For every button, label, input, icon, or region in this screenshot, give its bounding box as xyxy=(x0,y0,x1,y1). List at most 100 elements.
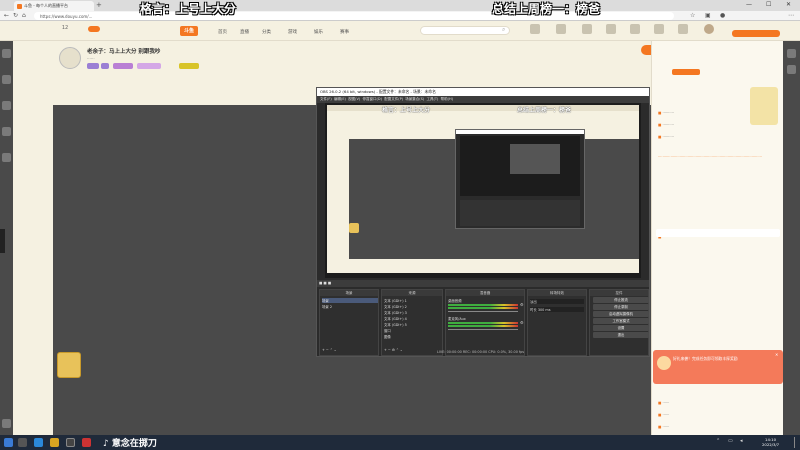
show-desktop-button[interactable] xyxy=(794,437,798,448)
level-counter: 12 xyxy=(61,25,69,31)
chat-tab-rank[interactable] xyxy=(672,69,700,75)
promo-popup[interactable]: 好礼来袭！完成任务即可领取丰厚奖励 ✕ xyxy=(653,350,783,384)
chat-input[interactable] xyxy=(656,229,780,237)
obs-menu-tools[interactable]: 工具(T) xyxy=(426,97,438,101)
stop-streaming-button[interactable]: 停止推流 xyxy=(593,297,649,303)
transition-select[interactable]: 淡出 xyxy=(530,299,584,304)
nav-category[interactable]: 分类 xyxy=(262,29,271,35)
nested-obs-docks xyxy=(460,200,580,226)
source-item[interactable]: 文本 (GDI+) 2 xyxy=(384,304,407,309)
maximize-button[interactable]: ☐ xyxy=(766,1,771,8)
nav-home[interactable]: 首页 xyxy=(218,29,227,35)
rail-home-icon[interactable] xyxy=(2,49,11,58)
rail-game-icon[interactable] xyxy=(2,127,11,136)
rail-share-icon[interactable] xyxy=(787,49,796,58)
download-icon[interactable] xyxy=(530,24,540,34)
start-icon[interactable] xyxy=(4,438,13,447)
nested-page-capture: 格言：上号上大分 总结上周榜一：榜爸 xyxy=(327,105,639,273)
network-icon[interactable]: ▭ xyxy=(728,438,733,444)
virtual-camera-button[interactable]: 启动虚拟摄像机 xyxy=(593,311,649,317)
obs-menu-view[interactable]: 视图(V) xyxy=(348,97,360,101)
rail-collapse-handle[interactable] xyxy=(0,229,5,253)
browser-tab[interactable]: 斗鱼 - 每个人的直播平台 xyxy=(14,1,94,11)
studio-mode-button[interactable]: 工作室模式 xyxy=(593,318,649,324)
message-icon[interactable] xyxy=(606,24,616,34)
obs-menu-profile[interactable]: 配置文件(P) xyxy=(384,97,403,101)
source-item[interactable]: 文本 (GDI+) 4 xyxy=(384,316,407,321)
search-icon[interactable]: ⌕ xyxy=(502,26,505,34)
taskbar-clock[interactable]: 14:10 2022/3/7 xyxy=(762,437,779,447)
obs-menu-edit[interactable]: 编辑(E) xyxy=(334,97,346,101)
source-item[interactable]: 文本 (GDI+) 3 xyxy=(384,310,407,315)
nav-games[interactable]: 游戏 xyxy=(288,29,297,35)
obs-menu-file[interactable]: 文件(F) xyxy=(320,97,332,101)
source-item[interactable]: 文本 (GDI+) 5 xyxy=(384,322,407,327)
scene-item[interactable]: 场景 xyxy=(322,298,378,303)
exit-button[interactable]: 退出 xyxy=(593,332,649,338)
minimize-button[interactable]: — xyxy=(746,1,752,8)
obs-title: OBS 26.0.2 (64 bit, windows) - 配置文件：未命名 … xyxy=(317,88,649,96)
obs-menu-help[interactable]: 帮助(H) xyxy=(441,97,453,101)
star-icon[interactable]: ☆ xyxy=(690,12,695,19)
wallet-icon[interactable] xyxy=(678,24,688,34)
rail-app-icon[interactable] xyxy=(787,65,796,74)
refresh-icon[interactable]: ↻ xyxy=(13,12,18,19)
settings-button[interactable]: 设置 xyxy=(593,325,649,331)
collections-icon[interactable]: ▣ xyxy=(705,12,711,19)
mic-volume-slider[interactable] xyxy=(448,329,518,330)
obs-scene-label: ■ ■ ■ xyxy=(319,281,332,285)
windows-taskbar: ♪ 意念在掷刀 ⌃ ▭ ◂ 14:10 2022/3/7 xyxy=(0,435,800,450)
user-avatar-icon[interactable] xyxy=(704,24,714,34)
toggle-icon[interactable] xyxy=(88,26,100,32)
nested-toolbar xyxy=(327,105,639,111)
search-input[interactable] xyxy=(420,26,510,35)
streamer-avatar[interactable] xyxy=(59,47,81,69)
rail-follow-icon[interactable] xyxy=(2,75,11,84)
nav-events[interactable]: 赛事 xyxy=(340,29,349,35)
tray-chevron-icon[interactable]: ⌃ xyxy=(716,438,720,444)
edge-icon[interactable] xyxy=(34,438,43,447)
mic-gear-icon[interactable]: ⚙ xyxy=(520,320,524,325)
obs-preview[interactable]: 格言：上号上大分 总结上周榜一：榜爸 xyxy=(325,103,641,278)
app-taskbar-icon[interactable] xyxy=(82,438,91,447)
source-item[interactable]: 窗口 xyxy=(384,328,391,333)
desktop-volume-slider[interactable] xyxy=(448,311,518,312)
profile-icon[interactable]: ● xyxy=(720,12,725,19)
scenes-dock-controls[interactable]: + − ⌃ ⌄ xyxy=(322,348,337,352)
task-icon[interactable] xyxy=(654,24,664,34)
desktop-gear-icon[interactable]: ⚙ xyxy=(520,302,524,307)
start-live-button[interactable] xyxy=(732,30,780,37)
stop-recording-button[interactable]: 停止录制 xyxy=(593,304,649,310)
new-tab-button[interactable]: + xyxy=(96,1,102,9)
close-button[interactable]: ✕ xyxy=(786,1,791,8)
nav-live[interactable]: 直播 xyxy=(240,29,249,35)
transition-duration[interactable]: 时长 300 ms xyxy=(530,307,584,312)
search-taskbar-icon[interactable] xyxy=(18,438,27,447)
more-icon[interactable]: ⋯ xyxy=(788,12,794,19)
source-item[interactable]: 文本 (GDI+) 1 xyxy=(384,298,407,303)
tab-title: 斗鱼 - 每个人的直播平台 xyxy=(24,3,68,8)
source-item[interactable]: 图像 xyxy=(384,334,391,339)
explorer-icon[interactable] xyxy=(50,438,59,447)
volume-icon[interactable]: ◂ xyxy=(740,438,743,444)
scene-item[interactable]: 场景 2 xyxy=(322,304,332,309)
gift-icon[interactable] xyxy=(57,352,81,378)
rail-category-icon[interactable] xyxy=(2,101,11,110)
history-icon[interactable] xyxy=(556,24,566,34)
nav-entertainment[interactable]: 娱乐 xyxy=(314,29,323,35)
follow-list-icon[interactable] xyxy=(582,24,592,34)
nested-overlay-right: 总结上周榜一：榜爸 xyxy=(517,107,572,114)
home-icon[interactable]: ⌂ xyxy=(22,12,26,19)
site-logo[interactable]: 斗鱼 xyxy=(180,26,198,36)
event-banner[interactable] xyxy=(750,87,778,125)
sources-dock-controls[interactable]: + − ⚙ ⌃ ⌄ xyxy=(384,348,403,352)
back-icon[interactable]: ← xyxy=(4,12,9,19)
rail-settings-icon[interactable] xyxy=(2,419,11,428)
obs-taskbar-icon[interactable] xyxy=(66,438,75,447)
mic-audio-meter xyxy=(448,325,518,327)
obs-menu-docks[interactable]: 停靠窗口(D) xyxy=(363,97,382,101)
game-icon[interactable] xyxy=(630,24,640,34)
obs-menu-scene-collection[interactable]: 场景集合(S) xyxy=(405,97,424,101)
promo-close-icon[interactable]: ✕ xyxy=(775,352,778,357)
rail-video-icon[interactable] xyxy=(2,153,11,162)
